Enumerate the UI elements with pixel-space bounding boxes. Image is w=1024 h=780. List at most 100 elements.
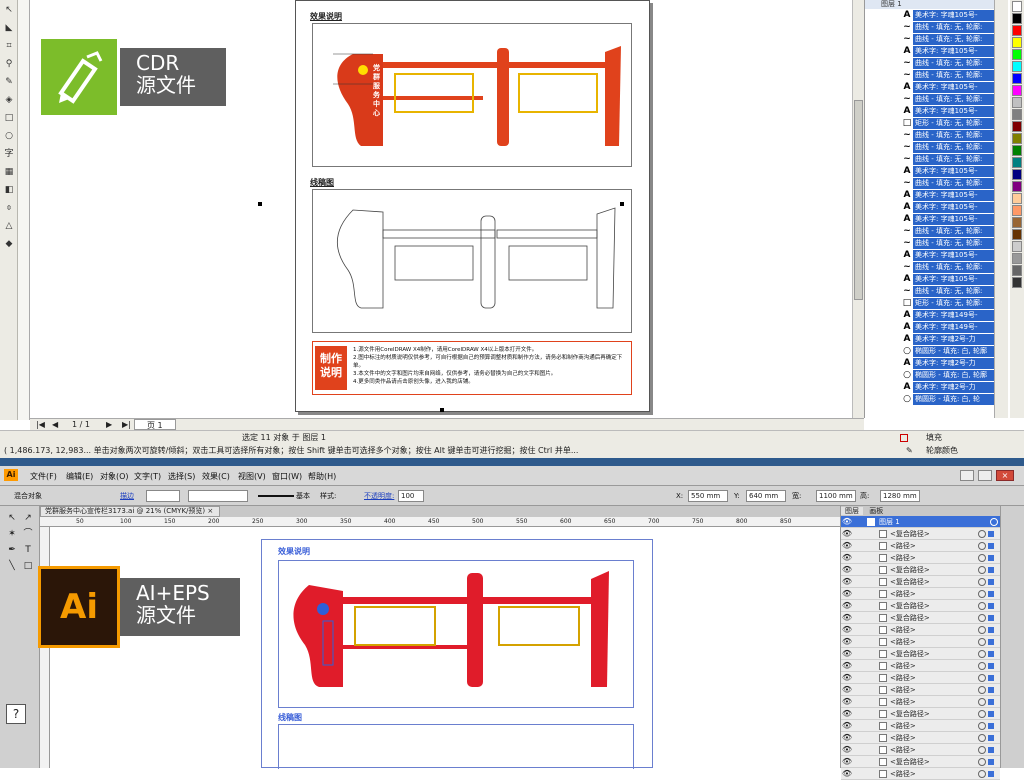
palette-swatch[interactable] — [1012, 85, 1022, 96]
object-row[interactable]: A 美术字: 字魂149号- — [865, 309, 994, 321]
layer-item-row[interactable]: 👁 <路径> — [841, 636, 1000, 648]
menu-help[interactable]: 帮助(H) — [308, 471, 336, 482]
target-icon[interactable] — [978, 565, 986, 574]
target-icon[interactable] — [978, 757, 986, 766]
text-tool-icon[interactable]: 字 — [3, 148, 15, 160]
object-row[interactable]: □ 矩形 - 填充: 无, 轮廓: — [865, 117, 994, 129]
tab-artboards[interactable]: 画板 — [865, 507, 887, 515]
object-row[interactable]: ~ 曲线 - 填充: 无, 轮廓: — [865, 57, 994, 69]
w-field[interactable]: 1100 mm — [816, 490, 856, 502]
palette-swatch[interactable] — [1012, 61, 1022, 72]
menu-select[interactable]: 选择(S) — [168, 471, 195, 482]
target-icon[interactable] — [978, 709, 986, 718]
visibility-eye-icon[interactable]: 👁 — [841, 745, 853, 754]
object-row[interactable]: A 美术字: 字魂105号- — [865, 189, 994, 201]
target-icon[interactable] — [978, 625, 986, 634]
object-row[interactable]: ~ 曲线 - 填充: 无, 轮廓: — [865, 129, 994, 141]
ellipse-tool-icon[interactable]: ○ — [3, 130, 15, 142]
variable-width-field[interactable] — [188, 490, 248, 502]
palette-swatch[interactable] — [1012, 49, 1022, 60]
object-row[interactable]: A 美术字: 字魂105号- — [865, 9, 994, 21]
palette-swatch[interactable] — [1012, 277, 1022, 288]
layer-item-row[interactable]: 👁 <复合路径> — [841, 600, 1000, 612]
layer-item-row[interactable]: 👁 <路径> — [841, 696, 1000, 708]
target-icon[interactable] — [978, 661, 986, 670]
menu-object[interactable]: 对象(O) — [100, 471, 129, 482]
brush-basic[interactable]: 基本 — [296, 490, 310, 502]
crop-tool-icon[interactable]: ⌗ — [3, 40, 15, 52]
palette-swatch[interactable] — [1012, 121, 1022, 132]
opacity-label[interactable]: 不透明度: — [364, 490, 394, 502]
layer-item-row[interactable]: 👁 <路径> — [841, 660, 1000, 672]
visibility-eye-icon[interactable]: 👁 — [841, 733, 853, 742]
menu-type[interactable]: 文字(T) — [134, 471, 161, 482]
target-icon[interactable] — [978, 577, 986, 586]
close-icon[interactable]: × — [996, 470, 1014, 481]
visibility-eye-icon[interactable]: 👁 — [841, 601, 853, 610]
palette-swatch[interactable] — [1012, 157, 1022, 168]
scroll-thumb[interactable] — [854, 100, 863, 300]
object-row[interactable]: ~ 曲线 - 填充: 无, 轮廓: — [865, 21, 994, 33]
object-row[interactable]: A 美术字: 字魂2号-力 — [865, 357, 994, 369]
palette-swatch[interactable] — [1012, 133, 1022, 144]
target-icon[interactable] — [978, 553, 986, 562]
last-page-icon[interactable]: ▶| — [122, 419, 131, 430]
palette-swatch[interactable] — [1012, 265, 1022, 276]
palette-swatch[interactable] — [1012, 73, 1022, 84]
layer-item-row[interactable]: 👁 <路径> — [841, 768, 1000, 780]
visibility-eye-icon[interactable]: 👁 — [841, 685, 853, 694]
visibility-eye-icon[interactable]: 👁 — [841, 673, 853, 682]
object-row[interactable]: ○ 椭圆形 - 填充: 白, 轮廓 — [865, 369, 994, 381]
palette-swatch[interactable] — [1012, 193, 1022, 204]
object-manager-layer[interactable]: 图层 1 — [865, 0, 994, 9]
target-icon[interactable] — [978, 649, 986, 658]
object-row[interactable]: ~ 曲线 - 填充: 无, 轮廓: — [865, 33, 994, 45]
palette-swatch[interactable] — [1012, 13, 1022, 24]
selection-tool-icon[interactable]: ↖ — [6, 512, 18, 524]
object-row[interactable]: ○ 椭圆形 - 填充: 白, 轮 — [865, 393, 994, 405]
visibility-eye-icon[interactable]: 👁 — [841, 697, 853, 706]
target-icon[interactable] — [978, 637, 986, 646]
layer-item-row[interactable]: 👁 <复合路径> — [841, 612, 1000, 624]
object-row[interactable]: ~ 曲线 - 填充: 无, 轮廓: — [865, 285, 994, 297]
layer-item-row[interactable]: 👁 <复合路径> — [841, 756, 1000, 768]
layer-item-row[interactable]: 👁 <复合路径> — [841, 528, 1000, 540]
palette-swatch[interactable] — [1012, 145, 1022, 156]
object-row[interactable]: A 美术字: 字魂149号- — [865, 321, 994, 333]
object-row[interactable]: A 美术字: 字魂105号- — [865, 81, 994, 93]
palette-swatch[interactable] — [1012, 217, 1022, 228]
palette-swatch[interactable] — [1012, 169, 1022, 180]
rect-tool-icon[interactable]: □ — [22, 560, 34, 572]
layer-item-row[interactable]: 👁 <路径> — [841, 624, 1000, 636]
layer-item-row[interactable]: 👁 <复合路径> — [841, 564, 1000, 576]
object-row[interactable]: ~ 曲线 - 填充: 无, 轮廓: — [865, 141, 994, 153]
object-row[interactable]: ~ 曲线 - 填充: 无, 轮廓: — [865, 153, 994, 165]
palette-swatch[interactable] — [1012, 109, 1022, 120]
target-icon[interactable] — [978, 601, 986, 610]
visibility-eye-icon[interactable]: 👁 — [841, 613, 853, 622]
cdr-vertical-scrollbar[interactable] — [852, 0, 864, 418]
rectangle-tool-icon[interactable]: □ — [3, 112, 15, 124]
visibility-eye-icon[interactable]: 👁 — [841, 769, 853, 778]
target-icon[interactable] — [978, 529, 986, 538]
object-row[interactable]: ~ 曲线 - 填充: 无, 轮廓: — [865, 261, 994, 273]
docker-tabs[interactable] — [994, 0, 1008, 418]
palette-swatch[interactable] — [1012, 229, 1022, 240]
next-page-icon[interactable]: ▶ — [106, 419, 112, 430]
smart-fill-icon[interactable]: ◈ — [3, 94, 15, 106]
visibility-eye-icon[interactable]: 👁 — [841, 529, 853, 538]
freehand-tool-icon[interactable]: ✎ — [3, 76, 15, 88]
table-tool-icon[interactable]: ▦ — [3, 166, 15, 178]
target-icon[interactable] — [978, 589, 986, 598]
layer-item-row[interactable]: 👁 <路径> — [841, 588, 1000, 600]
visibility-eye-icon[interactable]: 👁 — [841, 721, 853, 730]
pick-tool-icon[interactable]: ↖ — [3, 4, 15, 16]
stroke-weight-field[interactable] — [146, 490, 180, 502]
layer-item-row[interactable]: 👁 <路径> — [841, 540, 1000, 552]
menu-effect[interactable]: 效果(C) — [202, 471, 230, 482]
palette-swatch[interactable] — [1012, 97, 1022, 108]
fill-tool-icon[interactable]: ◆ — [3, 238, 15, 250]
visibility-eye-icon[interactable]: 👁 — [841, 517, 853, 526]
visibility-eye-icon[interactable]: 👁 — [841, 589, 853, 598]
menu-edit[interactable]: 编辑(E) — [66, 471, 93, 482]
